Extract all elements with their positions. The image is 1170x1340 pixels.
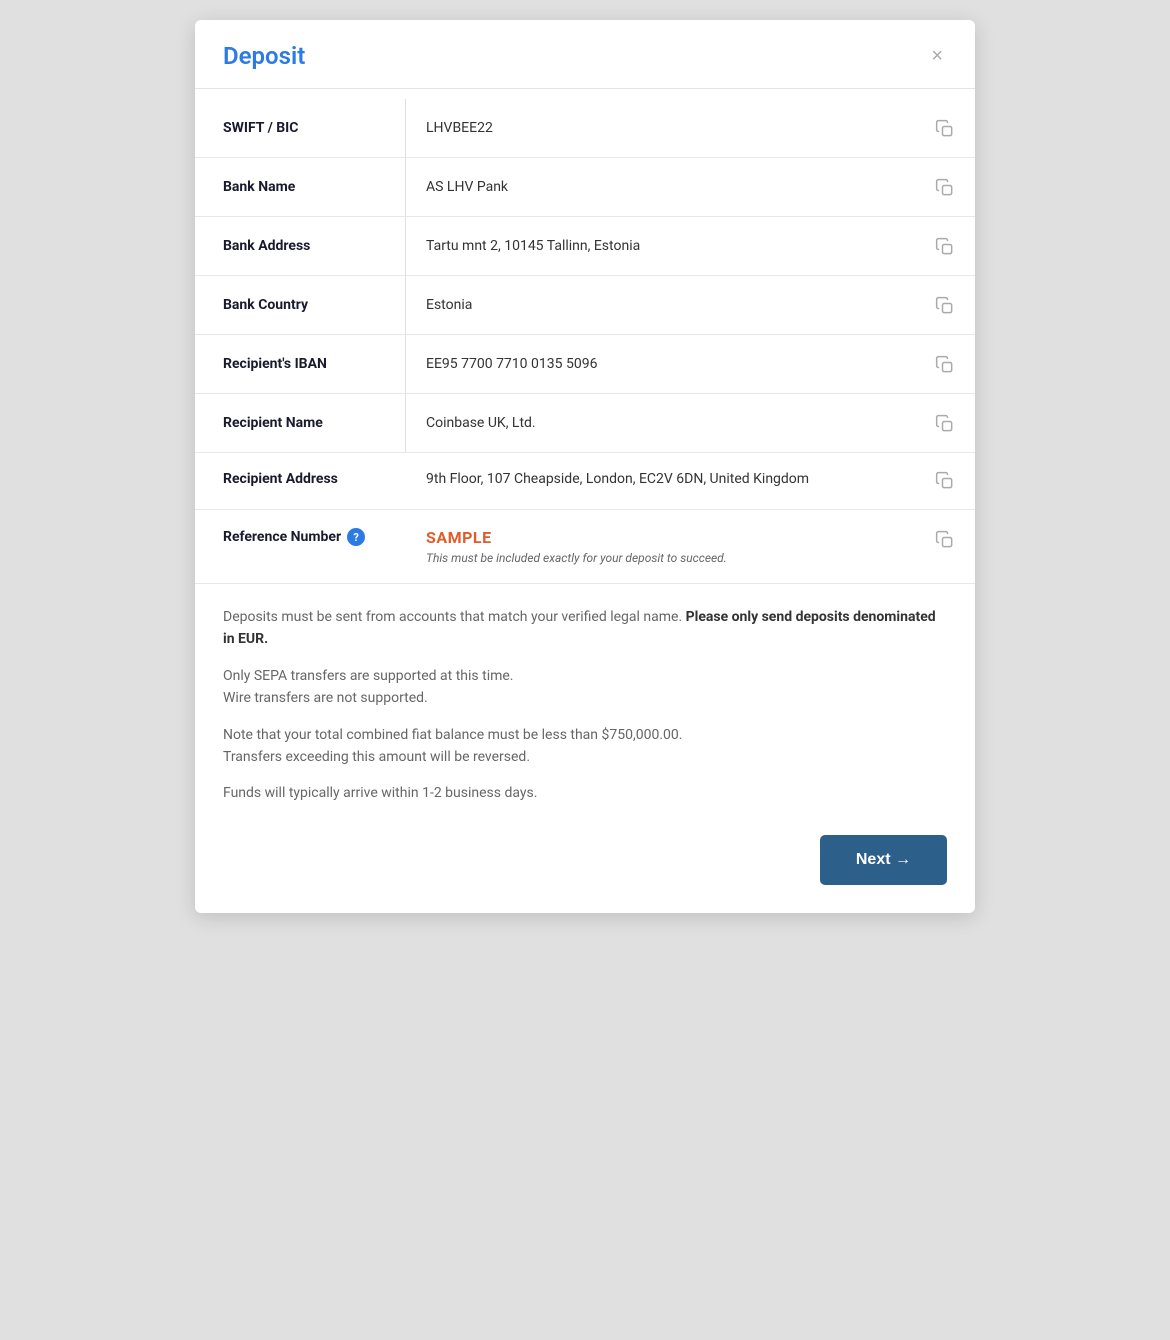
bank-address-text: Tartu mnt 2, 10145 Tallinn, Estonia (426, 238, 923, 254)
reference-number-content: SAMPLE This must be included exactly for… (426, 528, 923, 565)
row-recipient-address: Recipient Address 9th Floor, 107 Cheapsi… (195, 453, 975, 510)
copy-recipient-name[interactable] (935, 412, 955, 434)
value-recipients-iban: EE95 7700 7710 0135 5096 (406, 335, 975, 393)
footer-text: Deposits must be sent from accounts that… (195, 584, 975, 815)
modal-title: Deposit (223, 42, 305, 70)
copy-bank-country[interactable] (935, 294, 955, 316)
value-recipient-name: Coinbase UK, Ltd. (406, 394, 975, 452)
label-reference-number: Reference Number ? (195, 510, 405, 564)
copy-recipient-address[interactable] (935, 471, 955, 491)
modal-body: SWIFT / BIC LHVBEE22 Bank Name AS LHV Pa… (195, 89, 975, 815)
label-recipient-address: Recipient Address (195, 453, 405, 505)
bank-country-text: Estonia (426, 297, 923, 313)
label-bank-name: Bank Name (195, 158, 405, 216)
footer-p4-text: Funds will typically arrive within 1-2 b… (223, 785, 537, 801)
value-reference-number: SAMPLE This must be included exactly for… (406, 510, 975, 583)
reference-number-label-text: Reference Number (223, 529, 341, 545)
footer-paragraph-3: Note that your total combined fiat balan… (223, 724, 947, 769)
recipients-iban-text: EE95 7700 7710 0135 5096 (426, 356, 923, 372)
label-bank-country: Bank Country (195, 276, 405, 334)
swift-bic-text: LHVBEE22 (426, 120, 923, 136)
footer-p3-line1: Note that your total combined fiat balan… (223, 727, 682, 743)
reference-note-text: This must be included exactly for your d… (426, 551, 923, 565)
reference-help-icon[interactable]: ? (347, 528, 365, 546)
copy-reference-number[interactable] (935, 528, 955, 550)
copy-bank-address[interactable] (935, 235, 955, 257)
bank-name-text: AS LHV Pank (426, 179, 923, 195)
row-bank-address: Bank Address Tartu mnt 2, 10145 Tallinn,… (195, 217, 975, 276)
footer-p2-line1: Only SEPA transfers are supported at thi… (223, 668, 514, 684)
footer-paragraph-2: Only SEPA transfers are supported at thi… (223, 665, 947, 710)
label-recipient-name: Recipient Name (195, 394, 405, 452)
row-recipients-iban: Recipient's IBAN EE95 7700 7710 0135 509… (195, 335, 975, 394)
footer-p2-line2: Wire transfers are not supported. (223, 690, 428, 706)
row-swift-bic: SWIFT / BIC LHVBEE22 (195, 99, 975, 158)
row-bank-country: Bank Country Estonia (195, 276, 975, 335)
footer-p1-normal: Deposits must be sent from accounts that… (223, 609, 686, 625)
row-recipient-name: Recipient Name Coinbase UK, Ltd. (195, 394, 975, 453)
recipient-address-text: 9th Floor, 107 Cheapside, London, EC2V 6… (426, 471, 923, 487)
value-bank-address: Tartu mnt 2, 10145 Tallinn, Estonia (406, 217, 975, 275)
footer-paragraph-4: Funds will typically arrive within 1-2 b… (223, 782, 947, 804)
recipient-name-text: Coinbase UK, Ltd. (426, 415, 923, 431)
copy-bank-name[interactable] (935, 176, 955, 198)
value-swift-bic: LHVBEE22 (406, 99, 975, 157)
label-recipients-iban: Recipient's IBAN (195, 335, 405, 393)
label-swift-bic: SWIFT / BIC (195, 99, 405, 157)
copy-recipients-iban[interactable] (935, 353, 955, 375)
row-reference-number: Reference Number ? SAMPLE This must be i… (195, 510, 975, 584)
close-button[interactable]: × (927, 42, 947, 70)
value-bank-name: AS LHV Pank (406, 158, 975, 216)
value-bank-country: Estonia (406, 276, 975, 334)
value-recipient-address: 9th Floor, 107 Cheapside, London, EC2V 6… (406, 453, 975, 509)
footer-p3-line2: Transfers exceeding this amount will be … (223, 749, 530, 765)
modal-footer: Next → (195, 815, 975, 913)
footer-paragraph-1: Deposits must be sent from accounts that… (223, 606, 947, 651)
reference-sample-text: SAMPLE (426, 528, 923, 547)
row-bank-name: Bank Name AS LHV Pank (195, 158, 975, 217)
next-button[interactable]: Next → (820, 835, 947, 885)
label-bank-address: Bank Address (195, 217, 405, 275)
deposit-modal: Deposit × SWIFT / BIC LHVBEE22 Bank Name (195, 20, 975, 913)
copy-swift-bic[interactable] (935, 117, 955, 139)
modal-header: Deposit × (195, 20, 975, 89)
